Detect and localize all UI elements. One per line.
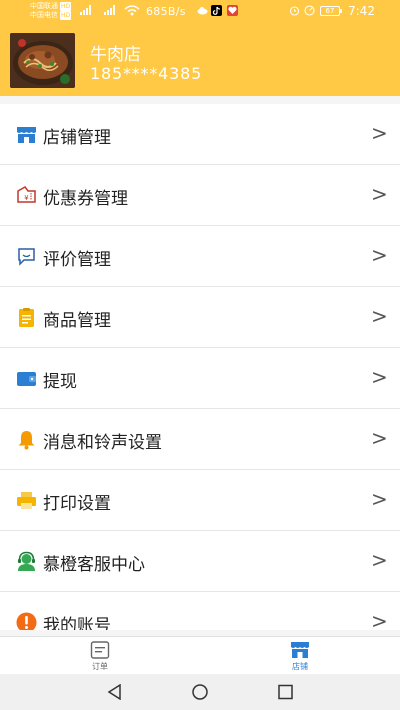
chevron-right-icon: > [371,365,388,389]
carrier-2: 中国电信 [30,11,58,19]
speedometer-icon [304,5,315,16]
orders-icon [90,641,110,659]
battery-icon: 67 [320,6,342,16]
chevron-right-icon: > [371,609,388,630]
bottom-tab-bar: 订单 店铺 [0,636,400,674]
menu-item-customer-service[interactable]: 慕橙客服中心 > [0,531,400,592]
menu-item-label: 优惠券管理 [43,189,128,209]
shop-avatar[interactable] [10,33,75,88]
back-icon[interactable] [106,684,124,700]
tab-shop[interactable]: 店铺 [280,641,320,672]
menu-item-label: 我的账号 [43,616,111,630]
shop-phone: 185****4385 [90,64,203,83]
recents-icon[interactable] [277,684,295,700]
header: 中国联通 HD 中国电信 HD 685B/s 67 7:42 牛肉店 185**… [0,0,400,96]
system-nav-bar [0,674,400,710]
chevron-right-icon: > [371,426,388,450]
menu-item-label: 提现 [43,372,77,392]
storefront-icon [17,127,36,143]
status-bar: 中国联通 HD 中国电信 HD 685B/s 67 7:42 [0,0,400,24]
menu-item-review-management[interactable]: 评价管理 > [0,226,400,287]
printer-icon [17,492,36,509]
menu-item-my-account[interactable]: 我的账号 > [0,592,400,630]
chevron-right-icon: > [371,487,388,511]
chevron-right-icon: > [371,548,388,572]
hd-badge: HD [60,11,72,20]
comment-icon [18,248,35,266]
chevron-right-icon: > [371,304,388,328]
network-speed: 685B/s [146,5,186,18]
carrier-1: 中国联通 [30,2,58,10]
menu-item-label: 慕橙客服中心 [43,555,145,575]
home-icon[interactable] [190,684,210,700]
chevron-right-icon: > [371,182,388,206]
chevron-right-icon: > [371,121,388,145]
beef-noodle-image [10,33,75,88]
tab-shop-label: 店铺 [292,662,308,671]
app-heart-icon [227,5,238,16]
menu-item-store-management[interactable]: 店铺管理 > [0,104,400,165]
menu-item-label: 打印设置 [43,494,111,514]
svg-text:¥: ¥ [24,194,29,202]
bell-icon [18,431,35,450]
exclamation-icon [16,612,37,630]
menu-list: 店铺管理 > ¥ 优惠券管理 > 评价管理 > 商品管理 > 提现 > 消息和铃… [0,104,400,630]
menu-item-label: 评价管理 [43,250,111,270]
menu-item-product-management[interactable]: 商品管理 > [0,287,400,348]
carrier-info: 中国联通 HD 中国电信 HD [30,2,72,20]
wifi-icon [124,5,140,16]
coupon-icon: ¥ [17,186,36,203]
tab-orders-label: 订单 [92,662,108,671]
signal-icon [104,5,115,15]
shop-name: 牛肉店 [90,45,141,65]
menu-item-coupon-management[interactable]: ¥ 优惠券管理 > [0,165,400,226]
tiktok-icon [211,5,222,16]
hd-badge: HD [60,2,72,11]
menu-item-label: 店铺管理 [43,128,111,148]
headset-icon [18,551,35,571]
clipboard-icon [19,308,34,327]
menu-item-print-settings[interactable]: 打印设置 > [0,470,400,531]
menu-item-label: 消息和铃声设置 [43,433,162,453]
cloud-icon [197,7,208,15]
menu-item-label: 商品管理 [43,311,111,331]
chevron-right-icon: > [371,243,388,267]
tab-orders[interactable]: 订单 [80,641,120,672]
menu-item-notification-settings[interactable]: 消息和铃声设置 > [0,409,400,470]
signal-icon [80,5,91,15]
menu-item-withdraw[interactable]: 提现 > [0,348,400,409]
wallet-icon [17,372,36,386]
clock: 7:42 [348,4,375,18]
storefront-icon [291,642,309,658]
alarm-icon [289,6,300,16]
